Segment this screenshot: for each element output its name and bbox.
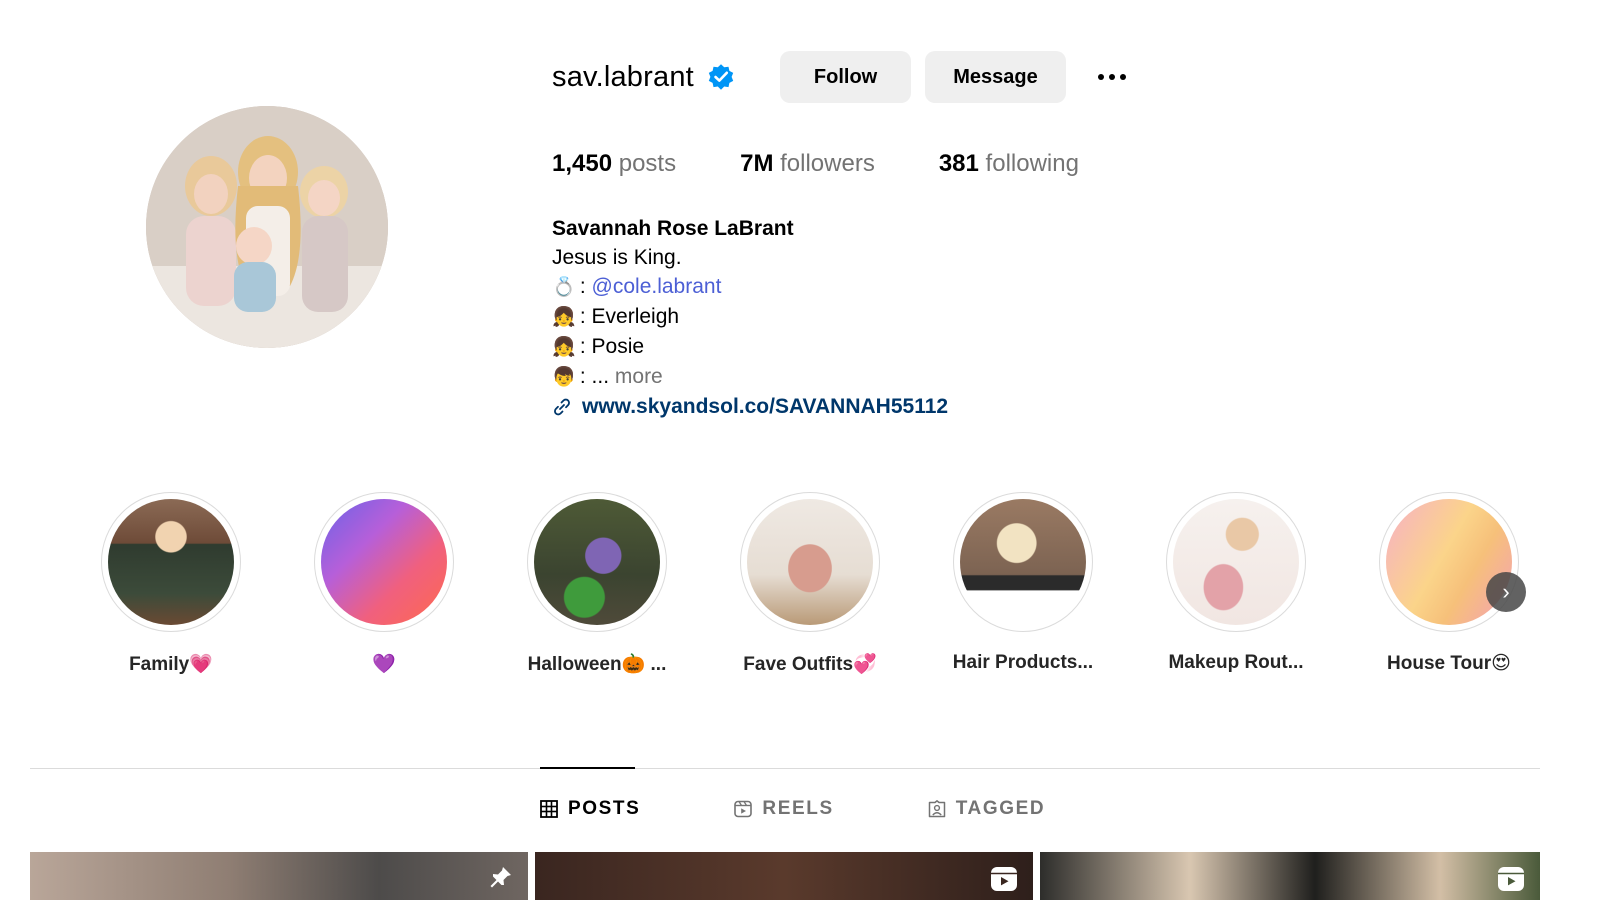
pin-icon <box>490 867 511 888</box>
highlight-label: Makeup Rout... <box>1168 652 1304 673</box>
story-highlights: Family💗 💜 Halloween🎃 ... Fave Outfits💞 H… <box>96 492 1536 682</box>
bio-line: 👧 : Posie <box>552 332 948 362</box>
highlight-label: Family💗 <box>129 654 213 675</box>
profile-page: sav.labrant Follow Message 1,450 posts 7… <box>0 0 1600 900</box>
chevron-right-icon[interactable]: › <box>1486 572 1526 612</box>
bio-tagline: Jesus is King. <box>552 246 682 269</box>
follow-button[interactable]: Follow <box>779 51 912 103</box>
external-link[interactable]: www.skyandsol.co/SAVANNAH55112 <box>552 392 948 421</box>
profile-avatar[interactable] <box>146 106 388 348</box>
message-button[interactable]: Message <box>925 51 1066 103</box>
profile-full-name: Savannah Rose LaBrant <box>552 217 794 240</box>
reels-icon <box>734 800 753 818</box>
post-thumbnail[interactable] <box>30 852 528 900</box>
post-thumbnail[interactable] <box>1040 852 1540 900</box>
grid-icon <box>540 800 558 818</box>
verified-badge-icon <box>706 62 736 92</box>
more-options-icon[interactable] <box>1092 57 1132 97</box>
girl-emoji-icon: 👧 <box>552 307 576 328</box>
highlight-item[interactable]: Halloween🎃 ... <box>522 492 672 676</box>
tab-reels[interactable]: REELS <box>734 798 833 820</box>
reels-icon <box>1498 867 1524 891</box>
profile-username: sav.labrant <box>552 60 694 93</box>
following-count[interactable]: 381 following <box>939 150 1079 178</box>
highlight-item[interactable]: Makeup Rout... <box>1161 492 1311 674</box>
profile-header: sav.labrant Follow Message <box>552 50 1132 104</box>
girl-emoji-icon: 👧 <box>552 337 576 358</box>
mention-link[interactable]: @cole.labrant <box>592 275 722 298</box>
bio-line: 👧 : Everleigh <box>552 302 948 332</box>
reels-icon <box>991 867 1017 891</box>
highlight-label: 💜 <box>372 654 396 675</box>
highlight-item[interactable]: 💜 <box>309 492 459 676</box>
active-tab-indicator <box>540 767 635 769</box>
highlight-item[interactable]: Family💗 <box>96 492 246 676</box>
post-thumbnail[interactable] <box>535 852 1033 900</box>
boy-emoji-icon: 👦 <box>552 367 576 388</box>
profile-bio: Savannah Rose LaBrant Jesus is King. 💍 :… <box>552 214 948 425</box>
posts-count: 1,450 posts <box>552 150 677 177</box>
avatar-photo <box>146 106 388 348</box>
link-icon <box>554 398 570 415</box>
tab-posts[interactable]: POSTS <box>540 798 640 820</box>
profile-tabs: POSTS REELS TAGGED <box>540 798 1139 820</box>
bio-line: 👦 : ... more <box>552 362 948 392</box>
tagged-icon <box>928 800 946 818</box>
bio-more-link[interactable]: more <box>615 365 663 388</box>
tabs-divider <box>30 768 1540 769</box>
highlight-item[interactable]: Fave Outfits💞 <box>735 492 885 676</box>
profile-stats: 1,450 posts 7M followers 381 following <box>552 150 1143 178</box>
highlight-label: Hair Products... <box>952 652 1094 673</box>
followers-count[interactable]: 7M followers <box>740 150 875 178</box>
tab-tagged[interactable]: TAGGED <box>928 798 1045 820</box>
highlight-label: House Tour😍 <box>1387 653 1511 674</box>
highlight-item[interactable]: Hair Products... <box>948 492 1098 674</box>
highlight-label: Fave Outfits💞 <box>743 654 877 675</box>
posts-grid <box>30 852 1540 900</box>
bio-line: 💍 : @cole.labrant <box>552 272 948 302</box>
ring-emoji-icon: 💍 <box>552 277 576 298</box>
highlight-label: Halloween🎃 ... <box>527 654 667 675</box>
